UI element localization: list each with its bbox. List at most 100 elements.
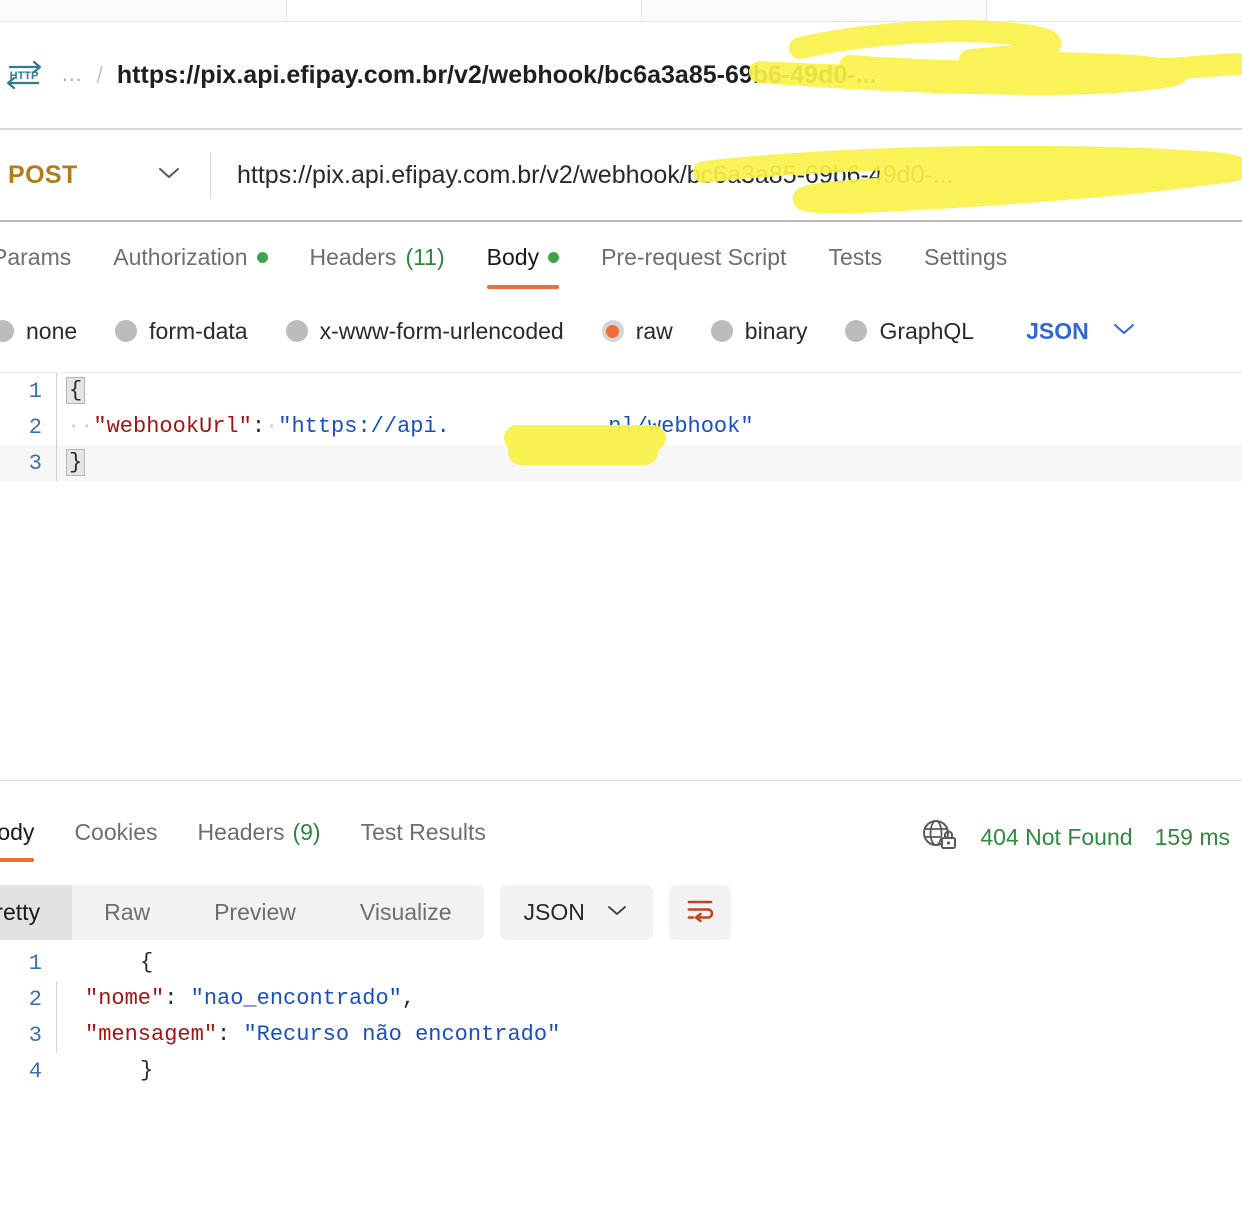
code-line: 4 } [0, 1053, 1242, 1089]
response-separator [0, 780, 1242, 802]
code-line: 1 { [0, 373, 1242, 409]
request-tabs: Params Authorization Headers (11) Body P… [0, 222, 1242, 294]
code-content[interactable]: } [56, 1053, 1242, 1089]
status-dot-icon [256, 252, 268, 263]
tab-count: (9) [292, 818, 321, 845]
tab-label: Tests [828, 244, 883, 270]
body-type-x-www-form-urlencoded[interactable]: x-www-form-urlencoded [285, 317, 564, 345]
tab-label: Cookies [74, 818, 158, 845]
radio-icon[interactable] [115, 320, 138, 342]
view-mode-raw[interactable]: Raw [72, 885, 182, 940]
response-tab-headers[interactable]: Headers (9) [198, 805, 321, 862]
tab-pre-request-script[interactable]: Pre-request Script [601, 244, 786, 289]
tab-label: Pre-request Script [601, 244, 787, 270]
tab-count: (11) [405, 244, 445, 270]
chevron-down-icon [1111, 321, 1137, 342]
radio-icon-selected[interactable] [601, 320, 624, 342]
body-type-raw[interactable]: raw [601, 317, 673, 345]
tab-label: Headers [197, 818, 285, 845]
method-selector[interactable]: POST [0, 161, 210, 190]
body-type-label: raw [635, 317, 673, 344]
body-type-options: none form-data x-www-form-urlencoded raw… [0, 300, 1242, 362]
code-content[interactable]: { [56, 373, 1242, 409]
status-badge: 404 Not Found [980, 824, 1133, 850]
code-line: 2 "nome": "nao_encontrado", [0, 981, 1242, 1017]
response-time: 159 ms [1154, 824, 1230, 850]
code-content[interactable]: "nome": "nao_encontrado", [56, 981, 1242, 1017]
code-content[interactable]: { [56, 945, 1242, 981]
postman-request-response-view: HTTP ... / https://pix.api.efipay.com.br… [0, 0, 1242, 1232]
response-view-toolbar: Pretty Raw Preview Visualize JSON [0, 880, 1242, 945]
tab-fragment[interactable] [986, 0, 1242, 22]
tab-body[interactable]: Body [486, 244, 560, 289]
response-tab-test-results[interactable]: Test Results [361, 805, 486, 862]
code-content[interactable]: } [56, 445, 1242, 481]
tab-label: Test Results [360, 818, 486, 845]
method-label: POST [8, 160, 78, 189]
code-content[interactable]: ··"webhookUrl":·"https://api. nl/webhook… [56, 409, 1242, 445]
response-view-modes: Pretty Raw Preview Visualize [0, 885, 484, 940]
line-number: 2 [28, 414, 42, 440]
response-tab-cookies[interactable]: Cookies [74, 805, 157, 862]
tab-label: Authorization [113, 244, 248, 270]
body-type-binary[interactable]: binary [710, 317, 808, 345]
code-line: 2 ··"webhookUrl":·"https://api. nl/webho… [0, 409, 1242, 445]
view-mode-pretty[interactable]: Pretty [0, 885, 73, 940]
radio-icon[interactable] [710, 320, 733, 342]
body-type-label: GraphQL [879, 317, 975, 344]
url-input[interactable]: https://pix.api.efipay.com.br/v2/webhook… [211, 161, 1242, 190]
raw-format-label: JSON [1026, 317, 1089, 344]
response-format-label: JSON [523, 899, 585, 925]
breadcrumb-url[interactable]: https://pix.api.efipay.com.br/v2/webhook… [117, 61, 877, 90]
code-content[interactable]: "mensagem": "Recurso não encontrado" [56, 1017, 1242, 1053]
tab-tests[interactable]: Tests [828, 244, 882, 289]
response-tabs: Body Cookies Headers (9) Test Results [0, 802, 1242, 864]
word-wrap-button[interactable] [668, 885, 731, 940]
tab-label: Settings [924, 244, 1008, 270]
view-mode-label: Raw [104, 899, 151, 925]
view-mode-label: Pretty [0, 899, 41, 925]
http-badge-icon: HTTP [4, 59, 44, 91]
tab-fragment[interactable] [286, 0, 642, 22]
line-number: 2 [28, 986, 42, 1012]
breadcrumb-collapsed[interactable]: ... [62, 63, 83, 87]
breadcrumb: HTTP ... / https://pix.api.efipay.com.br… [0, 22, 1242, 130]
body-type-label: binary [744, 317, 808, 344]
line-number: 3 [28, 1022, 42, 1048]
raw-format-selector[interactable]: JSON [1026, 318, 1137, 345]
view-mode-preview[interactable]: Preview [182, 885, 328, 940]
body-type-graphql[interactable]: GraphQL [845, 318, 974, 345]
tab-label: Params [0, 244, 72, 270]
line-number: 1 [28, 950, 42, 976]
body-type-label: form-data [149, 317, 248, 344]
tab-authorization[interactable]: Authorization [113, 244, 268, 289]
radio-icon[interactable] [0, 320, 14, 342]
request-body-editor[interactable]: 1 { 2 ··"webhookUrl":·"https://api. nl/w… [0, 372, 1242, 780]
tab-label: Headers [309, 244, 397, 270]
request-url-bar: POST https://pix.api.efipay.com.br/v2/we… [0, 130, 1242, 222]
globe-lock-icon[interactable] [920, 816, 958, 859]
tab-strip [0, 0, 1242, 22]
view-mode-label: Visualize [359, 899, 452, 925]
body-type-none[interactable]: none [0, 318, 77, 345]
response-format-selector[interactable]: JSON [499, 885, 653, 940]
response-body-editor[interactable]: 1 { 2 "nome": "nao_encontrado", 3 "mensa… [0, 945, 1242, 1232]
response-tab-body[interactable]: Body [0, 805, 35, 862]
tab-params[interactable]: Params [0, 244, 71, 289]
line-number: 1 [28, 378, 42, 404]
tab-headers[interactable]: Headers (11) [310, 244, 445, 289]
svg-text:HTTP: HTTP [10, 70, 39, 82]
radio-icon[interactable] [285, 320, 308, 342]
body-type-label: x-www-form-urlencoded [319, 317, 564, 344]
status-dot-icon [548, 252, 560, 263]
chevron-down-icon [156, 165, 182, 186]
body-type-form-data[interactable]: form-data [115, 317, 248, 345]
code-line: 3 } [0, 445, 1242, 481]
view-mode-label: Preview [214, 899, 296, 925]
tab-label: Body [0, 818, 35, 845]
view-mode-visualize[interactable]: Visualize [328, 885, 484, 940]
tab-settings[interactable]: Settings [924, 244, 1007, 289]
line-number: 4 [28, 1058, 42, 1084]
radio-icon[interactable] [845, 320, 868, 342]
code-line: 3 "mensagem": "Recurso não encontrado" [0, 1017, 1242, 1053]
